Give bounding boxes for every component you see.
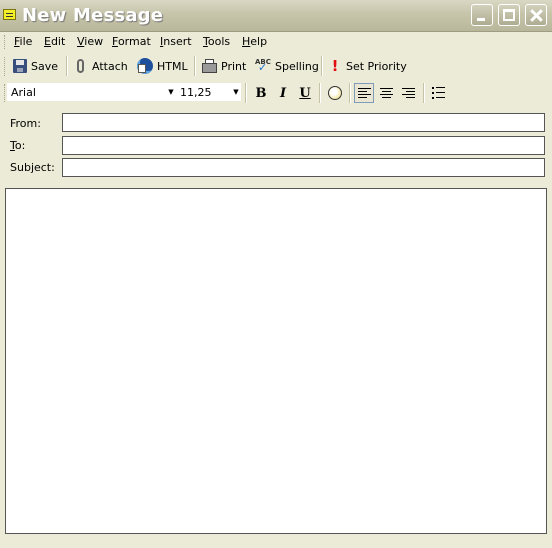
bullets-button[interactable]: [428, 83, 448, 103]
toolbar-separator: [66, 56, 68, 76]
font-size-value: 11,25: [180, 85, 212, 99]
toolbar-grip[interactable]: [4, 57, 8, 76]
message-icon: [3, 9, 16, 20]
menu-tools-label: ools: [207, 35, 231, 48]
save-label: Save: [31, 59, 59, 73]
underline-label: U: [299, 85, 311, 101]
font-size-select[interactable]: 11,25 ▼: [176, 83, 241, 101]
html-label: HTML: [157, 59, 188, 73]
font-name-select[interactable]: Arial ▼: [7, 83, 176, 101]
to-label-text: o:: [14, 139, 26, 152]
set-priority-button[interactable]: ! Set Priority: [331, 55, 407, 77]
window-title: New Message: [22, 5, 164, 26]
to-field[interactable]: [62, 136, 545, 155]
menu-tools[interactable]: Tools: [203, 35, 230, 48]
exclamation-icon: !: [331, 57, 339, 75]
menu-insert-label: nsert: [163, 35, 192, 48]
menu-file-label: ile: [19, 35, 33, 48]
toolbar-separator: [423, 83, 425, 103]
italic-button[interactable]: I: [273, 83, 293, 103]
align-right-button[interactable]: [398, 83, 418, 103]
menu-help-label: elp: [250, 35, 268, 48]
html-button[interactable]: HTML: [137, 55, 188, 77]
spelling-label: Spelling: [275, 59, 319, 73]
underline-button[interactable]: U: [295, 83, 315, 103]
toolbar-separator: [245, 83, 247, 103]
save-button[interactable]: Save: [13, 55, 58, 77]
menu-format-label: ormat: [117, 35, 151, 48]
standard-toolbar: Save Attach HTML Print ABC Spelling ! Se…: [0, 55, 552, 79]
align-center-icon: [379, 87, 393, 99]
maximize-button[interactable]: [498, 4, 520, 26]
subject-label: Subject:: [10, 161, 55, 174]
menu-insert[interactable]: Insert: [160, 35, 192, 48]
menu-file[interactable]: File: [14, 35, 32, 48]
toolbar-separator: [194, 56, 196, 76]
attach-label: Attach: [92, 59, 128, 73]
from-label-text: rom:: [15, 117, 41, 130]
spelling-button[interactable]: ABC Spelling: [255, 55, 319, 77]
attach-button[interactable]: Attach: [77, 55, 128, 77]
title-bar[interactable]: New Message: [0, 0, 552, 32]
minimize-button[interactable]: [471, 4, 493, 26]
html-globe-icon: [137, 58, 153, 74]
menu-help[interactable]: Help: [242, 35, 267, 48]
print-label: Print: [221, 59, 247, 73]
paperclip-icon: [77, 59, 84, 73]
printer-icon: [202, 59, 217, 73]
save-icon: [13, 59, 27, 73]
subject-label-text: ubject:: [16, 161, 55, 174]
chevron-down-icon[interactable]: ▼: [231, 84, 241, 100]
subject-accel: S: [10, 161, 17, 174]
toolbar-separator: [321, 56, 323, 76]
text-effects-icon: [328, 86, 342, 100]
menu-format[interactable]: Format: [112, 35, 151, 48]
from-label: From:: [10, 117, 41, 130]
menu-bar: File Edit View Format Insert Tools Help: [0, 32, 552, 52]
align-left-icon: [357, 87, 371, 99]
subject-field[interactable]: [62, 158, 545, 177]
menu-edit[interactable]: Edit: [44, 35, 65, 48]
menu-view-label: iew: [84, 35, 104, 48]
formatting-toolbar: Arial ▼ 11,25 ▼ B I U: [0, 82, 552, 104]
italic-label: I: [279, 85, 287, 101]
spellcheck-icon: ABC: [255, 58, 271, 74]
close-button[interactable]: [525, 4, 547, 26]
bold-button[interactable]: B: [251, 83, 271, 103]
toolbar-separator: [319, 83, 321, 103]
bullet-list-icon: [431, 87, 445, 99]
menu-edit-label: dit: [50, 35, 66, 48]
chevron-down-icon[interactable]: ▼: [166, 84, 176, 100]
from-field[interactable]: [62, 113, 545, 132]
menubar-grip[interactable]: [4, 35, 8, 49]
menu-view[interactable]: View: [77, 35, 103, 48]
toolbar-separator: [349, 83, 351, 103]
set-priority-label: Set Priority: [346, 59, 407, 73]
bold-label: B: [255, 85, 267, 101]
font-name-value: Arial: [11, 85, 36, 99]
print-button[interactable]: Print: [202, 55, 246, 77]
align-left-button[interactable]: [354, 83, 374, 103]
text-effects-button[interactable]: [325, 83, 345, 103]
align-right-icon: [401, 87, 415, 99]
message-body[interactable]: [5, 188, 547, 534]
menu-edit-accel: E: [44, 35, 51, 48]
message-window: New Message File Edit View Format Insert…: [0, 0, 552, 548]
align-center-button[interactable]: [376, 83, 396, 103]
to-label: To:: [10, 139, 25, 152]
